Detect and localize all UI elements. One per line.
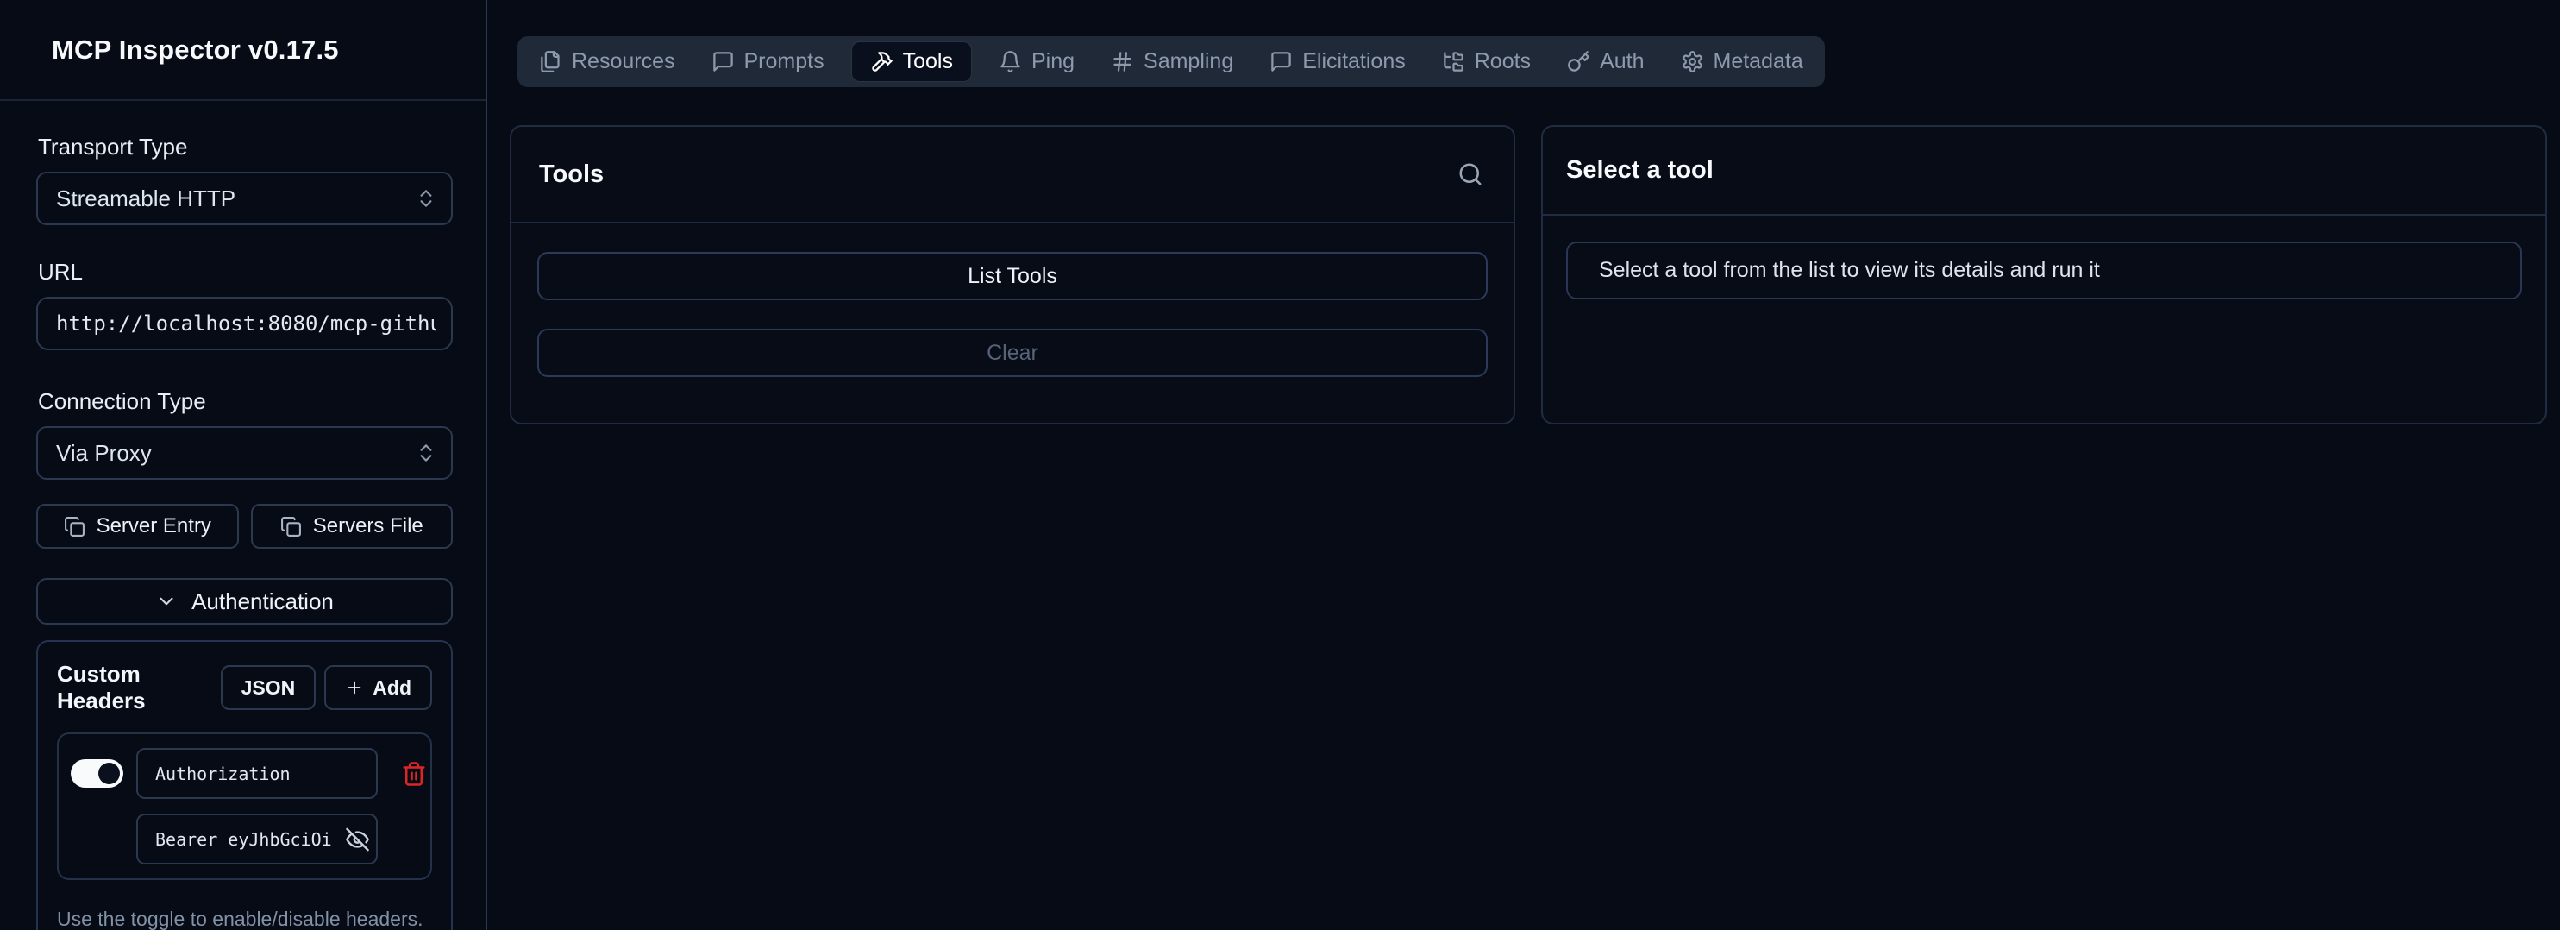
sidebar-content: Transport Type Streamable HTTP URL Conne… — [0, 101, 486, 930]
custom-headers-card: Custom Headers JSON Add — [36, 640, 453, 930]
transport-type-label: Transport Type — [38, 134, 453, 160]
tool-detail-panel: Select a tool Select a tool from the lis… — [1541, 125, 2547, 424]
tab-tools[interactable]: Tools — [852, 42, 971, 81]
sidebar: MCP Inspector v0.17.5 Transport Type Str… — [0, 0, 487, 930]
screenshot-root: MCP Inspector v0.17.5 Transport Type Str… — [0, 0, 2576, 943]
tools-panel-body: List Tools Clear — [511, 223, 1514, 405]
hammer-icon — [870, 50, 893, 73]
copy-buttons-row: Server Entry Servers File — [36, 504, 453, 549]
plus-icon — [345, 678, 364, 697]
tab-auth[interactable]: Auth — [1567, 49, 1644, 74]
hash-icon — [1111, 50, 1134, 73]
detail-panel-body: Select a tool from the list to view its … — [1543, 216, 2545, 325]
toggle-knob — [98, 763, 120, 784]
connection-type-value: Via Proxy — [56, 440, 152, 467]
custom-headers-helper-text: Use the toggle to enable/disable headers… — [57, 906, 432, 930]
tab-prompts[interactable]: Prompts — [711, 49, 824, 74]
tools-panel-header: Tools — [511, 127, 1514, 223]
mcp-inspector-app: MCP Inspector v0.17.5 Transport Type Str… — [0, 0, 2560, 930]
tab-label: Metadata — [1714, 49, 1803, 74]
sidebar-header: MCP Inspector v0.17.5 — [0, 0, 486, 101]
detail-panel-header: Select a tool — [1543, 127, 2545, 216]
tab-resources[interactable]: Resources — [539, 49, 675, 74]
header-value-input[interactable] — [136, 814, 378, 864]
message-square-icon — [711, 50, 735, 73]
add-header-button[interactable]: Add — [324, 665, 432, 710]
transport-type-select[interactable]: Streamable HTTP — [36, 172, 453, 225]
list-tools-button[interactable]: List Tools — [537, 252, 1488, 300]
app-title: MCP Inspector v0.17.5 — [52, 35, 339, 66]
header-enabled-toggle[interactable] — [71, 759, 123, 788]
tab-ping[interactable]: Ping — [999, 49, 1075, 74]
delete-header-button[interactable] — [401, 760, 427, 788]
tab-elicitations[interactable]: Elicitations — [1269, 49, 1406, 74]
authentication-label: Authentication — [191, 588, 334, 615]
header-row — [57, 732, 432, 880]
connection-type-label: Connection Type — [38, 388, 453, 414]
tab-label: Sampling — [1144, 49, 1233, 74]
clear-tools-button[interactable]: Clear — [537, 329, 1488, 377]
servers-file-label: Servers File — [313, 514, 423, 538]
server-entry-label: Server Entry — [97, 514, 211, 538]
tab-label: Auth — [1600, 49, 1644, 74]
add-header-label: Add — [373, 676, 411, 700]
tab-label: Roots — [1475, 49, 1531, 74]
servers-file-button[interactable]: Servers File — [251, 504, 454, 549]
json-mode-button[interactable]: JSON — [221, 665, 317, 710]
server-entry-button[interactable]: Server Entry — [36, 504, 239, 549]
tab-label: Ping — [1031, 49, 1075, 74]
folder-tree-icon — [1442, 50, 1465, 73]
trash-icon — [401, 761, 427, 787]
toggle-value-visibility-button[interactable] — [345, 827, 370, 852]
search-icon — [1457, 161, 1483, 187]
tab-roots[interactable]: Roots — [1442, 49, 1531, 74]
key-icon — [1567, 50, 1590, 73]
tab-metadata[interactable]: Metadata — [1681, 49, 1803, 74]
detail-panel-title: Select a tool — [1566, 156, 1714, 185]
custom-headers-title: Custom Headers — [57, 661, 221, 714]
custom-headers-toolbar: Custom Headers JSON Add — [57, 661, 432, 714]
message-square-icon — [1269, 50, 1293, 73]
tab-label: Prompts — [744, 49, 824, 74]
url-input[interactable] — [36, 297, 453, 350]
eye-off-icon — [345, 827, 370, 852]
bell-icon — [999, 50, 1022, 73]
tools-list-panel: Tools List Tools Clear — [510, 125, 1515, 424]
tab-label: Tools — [903, 49, 953, 74]
url-label: URL — [38, 259, 453, 285]
gear-icon — [1681, 50, 1704, 73]
tab-label: Resources — [572, 49, 675, 74]
header-fields — [136, 748, 378, 864]
empty-state-message: Select a tool from the list to view its … — [1566, 242, 2522, 299]
transport-type-value: Streamable HTTP — [56, 185, 235, 212]
chevrons-up-down-icon — [415, 442, 437, 464]
header-name-input[interactable] — [136, 748, 378, 799]
tab-sampling[interactable]: Sampling — [1111, 49, 1233, 74]
tools-panel-title: Tools — [539, 160, 604, 189]
files-icon — [539, 50, 562, 73]
search-tools-button[interactable] — [1457, 160, 1485, 188]
tab-label: Elicitations — [1302, 49, 1406, 74]
chevrons-up-down-icon — [415, 187, 437, 210]
connection-type-select[interactable]: Via Proxy — [36, 426, 453, 480]
top-nav-tabs: Resources Prompts Tools Ping Sampling El… — [517, 36, 1825, 87]
copy-icon — [280, 516, 302, 538]
copy-icon — [64, 516, 85, 538]
authentication-expander[interactable]: Authentication — [36, 578, 453, 625]
chevron-down-icon — [155, 590, 178, 613]
